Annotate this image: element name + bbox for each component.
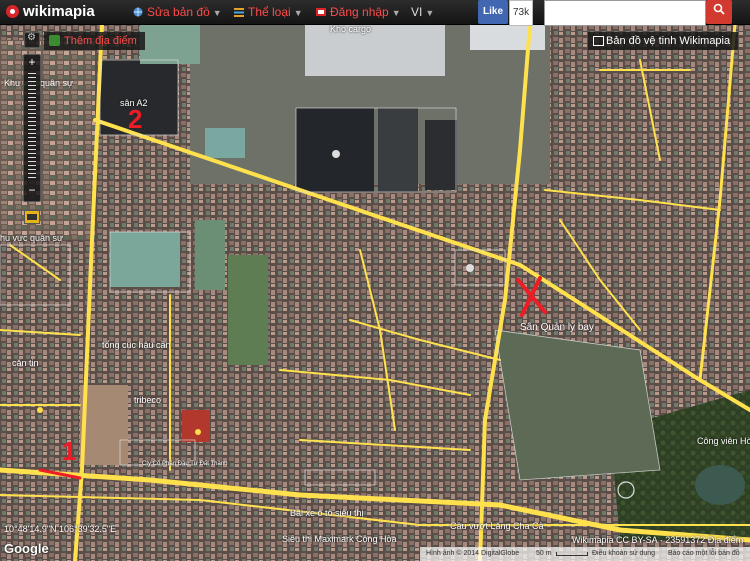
san-quan-ly-bay-area <box>495 330 660 480</box>
pond <box>695 465 745 505</box>
label-bai-xe[interactable]: Bãi xe ô tô siêu thị <box>290 508 364 518</box>
top-navigation-bar: wikimapia Sửa bản đồ ▼ Thể loại ▼ Đăng nhậ… <box>0 0 750 26</box>
menu-edit-map[interactable]: Sửa bản đồ ▼ <box>133 0 222 24</box>
scale-bar <box>556 552 588 556</box>
search-button[interactable] <box>706 0 732 24</box>
wikimapia-logo-icon <box>6 5 19 18</box>
place-icon-poi <box>37 407 43 413</box>
google-logo: Google <box>4 541 49 556</box>
dark-hangar-1 <box>296 108 374 192</box>
globe-icon <box>133 7 143 17</box>
menu-categories[interactable]: Thể loại ▼ <box>234 0 303 24</box>
label-cong-ty[interactable]: Cty Cổ Phần Đầu Tư Đất Thành <box>142 461 228 467</box>
satellite-map[interactable] <box>0 24 750 561</box>
zoom-track[interactable] <box>28 73 36 179</box>
label-cau-vuot[interactable]: Cầu vượt Lăng Cha Cả <box>450 521 543 531</box>
add-place-button[interactable]: Thêm địa điểm <box>44 32 145 50</box>
wikimapia-attribution: Wikimapia CC BY-SA · 23591372 Địa điểm <box>572 535 744 545</box>
dark-hangar-3 <box>425 120 457 190</box>
monitor-icon <box>593 36 604 46</box>
coordinates-readout: 10°48'14.9"N 106°39'32.5"E <box>4 524 117 534</box>
terms-link[interactable]: Điều khoản sử dụng <box>592 547 655 561</box>
chevron-down-icon: ▼ <box>293 8 303 18</box>
green-strip-2 <box>195 220 225 290</box>
search-icon <box>713 3 725 15</box>
tribeco-field <box>80 385 128 465</box>
label-military-zone-2[interactable]: hu vực quân sự <box>0 233 63 243</box>
settings-button[interactable]: ⚙ <box>24 32 40 48</box>
green-roofs <box>140 24 200 64</box>
label-san-quan-ly-bay[interactable]: Sân Quản lý bay <box>520 322 594 333</box>
facebook-like-button[interactable]: Like <box>478 0 509 24</box>
wikimapia-logo[interactable]: wikimapia <box>6 0 95 24</box>
red-roof <box>182 410 210 442</box>
label-sieu-thi[interactable]: Siêu thị Maximark Cộng Hòa <box>282 534 397 544</box>
facebook-like-count: 73k <box>509 0 534 26</box>
zoom-in-button[interactable]: + <box>24 55 40 69</box>
zoom-slider[interactable]: + − <box>23 54 41 202</box>
annotation-number-2: 2 <box>128 104 143 134</box>
chevron-down-icon: ▼ <box>425 8 435 18</box>
annotation-number-1: 1 <box>62 436 77 466</box>
place-icon-stadium <box>332 150 340 158</box>
label-tribeco[interactable]: tribeco <box>134 395 161 405</box>
label-kho-cargo[interactable]: Kho cargo <box>330 24 371 34</box>
search-input[interactable] <box>544 0 706 26</box>
teal-building <box>205 128 245 158</box>
label-tong-cuc-hau-can[interactable]: tổng cục hậu cần <box>102 340 171 350</box>
gear-icon: ⚙ <box>27 32 36 43</box>
map-footer: Hình ảnh © 2014 DigitalGlobe 50 m Điều k… <box>420 547 750 561</box>
menu-login[interactable]: Đăng nhập ▼ <box>316 0 401 24</box>
report-error-link[interactable]: Báo cáo một lỗi bản đồ <box>668 547 740 561</box>
chevron-down-icon: ▼ <box>212 8 222 18</box>
satellite-map-toggle[interactable]: Bản đồ vệ tinh Wikimapia <box>588 32 739 50</box>
menu-language[interactable]: VI ▼ <box>411 0 434 24</box>
green-strip <box>228 255 268 365</box>
place-icon-poi-2 <box>195 429 201 435</box>
military-zone <box>0 40 95 240</box>
place-icon-stadium-2 <box>466 264 474 272</box>
tong-cuc-green <box>110 232 180 287</box>
login-icon <box>316 8 326 16</box>
label-cong-vien[interactable]: Công viên Hò <box>697 436 750 446</box>
chevron-down-icon: ▼ <box>391 8 401 18</box>
add-place-icon <box>49 35 60 46</box>
scale-bar-label: 50 m <box>536 550 552 557</box>
label-can-tin[interactable]: căn tin <box>12 358 39 368</box>
cargo-building-2 <box>470 24 545 50</box>
zoom-out-button[interactable]: − <box>24 183 40 197</box>
layers-icon <box>27 214 37 220</box>
kho-cargo-building <box>305 24 445 76</box>
imagery-credit: Hình ảnh © 2014 DigitalGlobe <box>426 550 520 557</box>
list-icon <box>234 8 244 17</box>
layer-toggle-button[interactable] <box>24 210 40 224</box>
dark-hangar-2 <box>378 108 418 192</box>
